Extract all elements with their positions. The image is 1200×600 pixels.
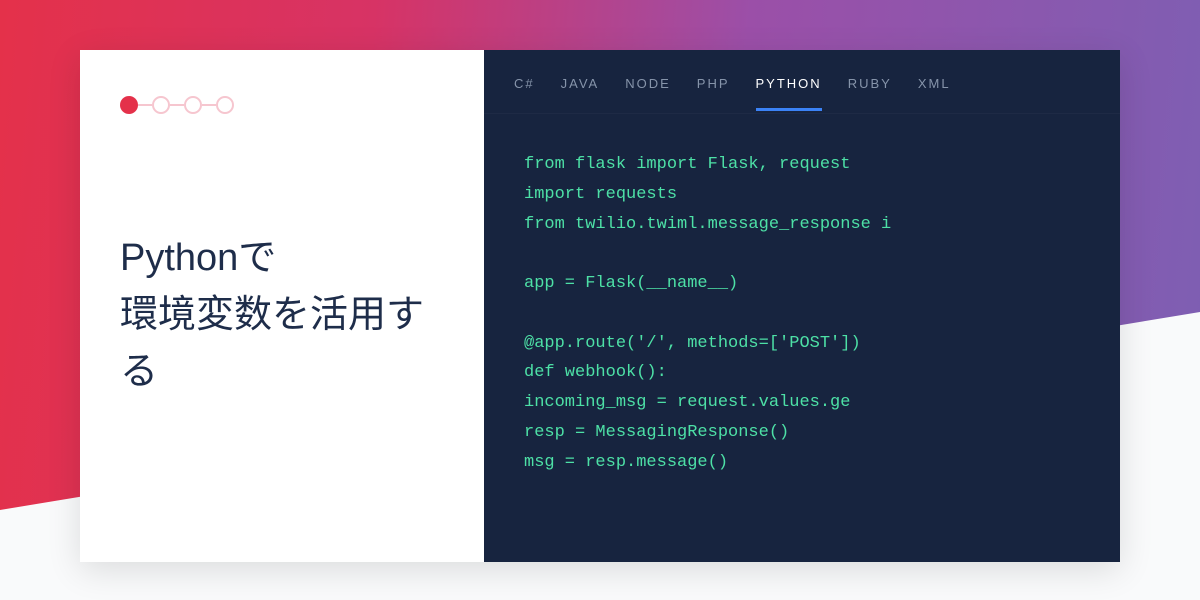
progress-dots <box>120 96 444 114</box>
page-title: Pythonで 環境変数を活用する <box>120 230 444 401</box>
dot-connector <box>170 104 184 106</box>
code-panel: C# JAVA NODE PHP PYTHON RUBY XML from fl… <box>484 50 1120 562</box>
tab-python[interactable]: PYTHON <box>756 52 822 111</box>
title-line-1: Pythonで <box>120 230 444 287</box>
dot-step-4 <box>216 96 234 114</box>
dot-connector <box>138 104 152 106</box>
tab-php[interactable]: PHP <box>697 52 730 111</box>
language-tabs: C# JAVA NODE PHP PYTHON RUBY XML <box>484 50 1120 114</box>
tab-node[interactable]: NODE <box>625 52 671 111</box>
tab-xml[interactable]: XML <box>918 52 951 111</box>
code-block[interactable]: from flask import Flask, request import … <box>484 114 1120 513</box>
main-card: Pythonで 環境変数を活用する C# JAVA NODE PHP PYTHO… <box>80 50 1120 562</box>
dot-step-3 <box>184 96 202 114</box>
tab-java[interactable]: JAVA <box>561 52 600 111</box>
tab-ruby[interactable]: RUBY <box>848 52 892 111</box>
dot-connector <box>202 104 216 106</box>
left-panel: Pythonで 環境変数を活用する <box>80 50 484 562</box>
dot-step-2 <box>152 96 170 114</box>
tab-csharp[interactable]: C# <box>514 52 535 111</box>
dot-step-1 <box>120 96 138 114</box>
title-line-2: 環境変数を活用する <box>120 287 444 401</box>
